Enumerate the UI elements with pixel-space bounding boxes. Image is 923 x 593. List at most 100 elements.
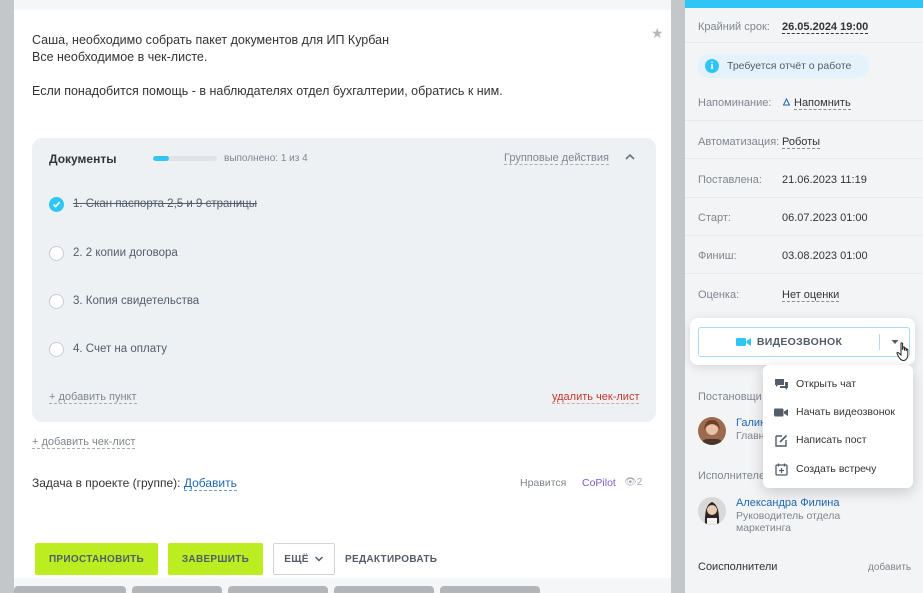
- checklist-item[interactable]: 2. 2 копии договора: [49, 245, 178, 261]
- deadline-label: Крайний срок:: [698, 21, 770, 33]
- video-camera-icon: [735, 338, 751, 346]
- project-row: Задача в проекте (группе): Добавить: [32, 476, 237, 491]
- start-label: Старт:: [698, 212, 731, 224]
- divider: [685, 235, 923, 236]
- rating-link[interactable]: Нет оценки: [782, 289, 840, 302]
- task-footer: ПРИОСТАНОВИТЬ ЗАВЕРШИТЬ ЕЩЁ РЕДАКТИРОВАТ…: [14, 530, 671, 588]
- more-button[interactable]: ЕЩЁ: [273, 543, 335, 575]
- avatar: [698, 497, 726, 525]
- calendar-icon: [774, 462, 788, 476]
- divider: [685, 120, 923, 121]
- rating-value-wrap: Нет оценки: [782, 289, 840, 302]
- task-content: ★ Саша, необходимо собрать пакет докумен…: [14, 10, 671, 578]
- delete-checklist-link[interactable]: удалить чек-лист: [552, 391, 640, 404]
- unchecked-circle-icon[interactable]: [49, 293, 64, 309]
- views-counter: 👁︎2: [624, 477, 642, 488]
- coexecutors-label: Соисполнители: [698, 561, 778, 573]
- creator-name[interactable]: Галин: [736, 417, 766, 430]
- assignee-person[interactable]: Александра Филина Руководитель отдела ма…: [698, 497, 840, 534]
- menu-item-label: Открыть чат: [796, 378, 857, 390]
- views-count: 2: [636, 477, 643, 488]
- bottom-tab[interactable]: [14, 586, 126, 593]
- video-call-button[interactable]: ВИДЕОЗВОНОК: [698, 327, 910, 357]
- divider: [685, 273, 923, 274]
- description-line: Все необходимое в чек-листе.: [32, 50, 208, 64]
- group-actions-link[interactable]: Групповые действия: [504, 152, 609, 165]
- automation-label: Автоматизация:: [698, 136, 780, 148]
- chat-icon: [774, 377, 788, 391]
- assignee-name[interactable]: Александра Филина: [736, 497, 840, 510]
- finish-label: Финиш:: [698, 250, 737, 262]
- project-label: Задача в проекте (группе):: [32, 476, 181, 490]
- pause-button[interactable]: ПРИОСТАНОВИТЬ: [35, 543, 158, 575]
- bottom-tab[interactable]: [228, 586, 328, 593]
- bottom-tab[interactable]: [132, 586, 222, 593]
- add-item-link[interactable]: + добавить пункт: [49, 391, 137, 404]
- reminder-label: Напоминание:: [698, 97, 772, 109]
- hand-cursor-icon: [896, 342, 909, 362]
- eye-icon: 👁︎: [624, 477, 637, 488]
- rating-label: Оценка:: [698, 289, 740, 301]
- checklist-item[interactable]: 4. Счет на оплату: [49, 341, 167, 357]
- menu-item-start-video-call[interactable]: Начать видеозвонок: [774, 402, 895, 422]
- menu-item-label: Написать пост: [796, 434, 867, 446]
- checklist-item-label: 3. Копия свидетельства: [73, 295, 200, 307]
- avatar: [698, 417, 726, 445]
- more-label: ЕЩЁ: [284, 553, 309, 565]
- deadline-value-wrap: 26.05.2024 19:00: [782, 21, 869, 34]
- checklist-progress-bar: [153, 156, 217, 161]
- start-value[interactable]: 06.07.2023 01:00: [782, 212, 868, 224]
- creator-role: Главн: [736, 430, 765, 442]
- menu-item-write-post[interactable]: Написать пост: [774, 430, 867, 450]
- divider: [685, 42, 923, 43]
- bottom-tabs: [14, 586, 671, 593]
- deadline-value[interactable]: 26.05.2024 19:00: [782, 21, 869, 34]
- add-project-link[interactable]: Добавить: [183, 476, 237, 491]
- task-main-panel: ★ Саша, необходимо собрать пакет докумен…: [14, 0, 671, 593]
- description-line: Если понадобится помощь - в наблюдателях…: [32, 84, 503, 98]
- task-description: Саша, необходимо собрать пакет документо…: [32, 32, 503, 100]
- checklist-title[interactable]: Документы: [49, 152, 116, 166]
- add-checklist-link[interactable]: + добавить чек-лист: [32, 436, 136, 449]
- copilot-link[interactable]: CoPilot: [582, 477, 616, 489]
- bottom-tab[interactable]: [440, 586, 540, 593]
- checked-circle-icon[interactable]: [49, 196, 64, 212]
- video-call-main[interactable]: ВИДЕОЗВОНОК: [699, 328, 879, 356]
- robots-link[interactable]: Роботы: [782, 136, 821, 149]
- info-icon: i: [705, 59, 719, 73]
- unchecked-circle-icon[interactable]: [49, 245, 64, 261]
- chevron-down-icon: [314, 556, 323, 562]
- favorite-star-icon[interactable]: ★: [651, 26, 665, 40]
- checklist-item[interactable]: 1. Скан паспорта 2,5 и 9 страницы: [49, 196, 257, 212]
- bottom-tab[interactable]: [334, 586, 434, 593]
- checklist-progress-fill: [153, 156, 169, 161]
- created-value: 21.06.2023 11:19: [782, 174, 867, 186]
- assignee-role: маркетинга: [736, 522, 792, 534]
- edit-button[interactable]: РЕДАКТИРОВАТЬ: [345, 543, 437, 575]
- task-sidebar: Крайний срок: 26.05.2024 19:00 i Требует…: [685, 0, 923, 593]
- like-link[interactable]: Нравится: [520, 477, 566, 489]
- menu-item-label: Начать видеозвонок: [796, 406, 895, 418]
- remind-link[interactable]: Напомнить: [794, 97, 851, 110]
- description-line: Саша, необходимо собрать пакет документо…: [32, 33, 389, 47]
- checklist: Документы выполнено: 1 из 4 Групповые де…: [32, 138, 656, 422]
- checklist-item[interactable]: 3. Копия свидетельства: [49, 293, 199, 309]
- checklist-progress-text: выполнено: 1 из 4: [224, 153, 308, 164]
- video-call-label: ВИДЕОЗВОНОК: [756, 336, 843, 348]
- menu-item-open-chat[interactable]: Открыть чат: [774, 374, 856, 394]
- bell-icon: [782, 97, 791, 106]
- menu-item-create-meeting[interactable]: Создать встречу: [774, 459, 876, 479]
- created-label: Поставлена:: [698, 174, 762, 186]
- assignee-role: Руководитель отдела: [736, 510, 841, 522]
- checklist-item-label: 1. Скан паспорта 2,5 и 9 страницы: [73, 198, 258, 210]
- edit-post-icon: [774, 433, 788, 447]
- unchecked-circle-icon[interactable]: [49, 341, 64, 357]
- add-coexecutor-link[interactable]: добавить: [868, 562, 911, 573]
- complete-button[interactable]: ЗАВЕРШИТЬ: [168, 543, 263, 575]
- checklist-item-label: 4. Счет на оплату: [73, 343, 167, 355]
- checklist-item-label: 2. 2 копии договора: [73, 247, 178, 259]
- creator-person[interactable]: Галин Главн: [698, 417, 766, 445]
- finish-value[interactable]: 03.08.2023 01:00: [782, 250, 868, 262]
- video-camera-icon: [774, 405, 788, 419]
- chevron-up-icon[interactable]: [623, 150, 637, 164]
